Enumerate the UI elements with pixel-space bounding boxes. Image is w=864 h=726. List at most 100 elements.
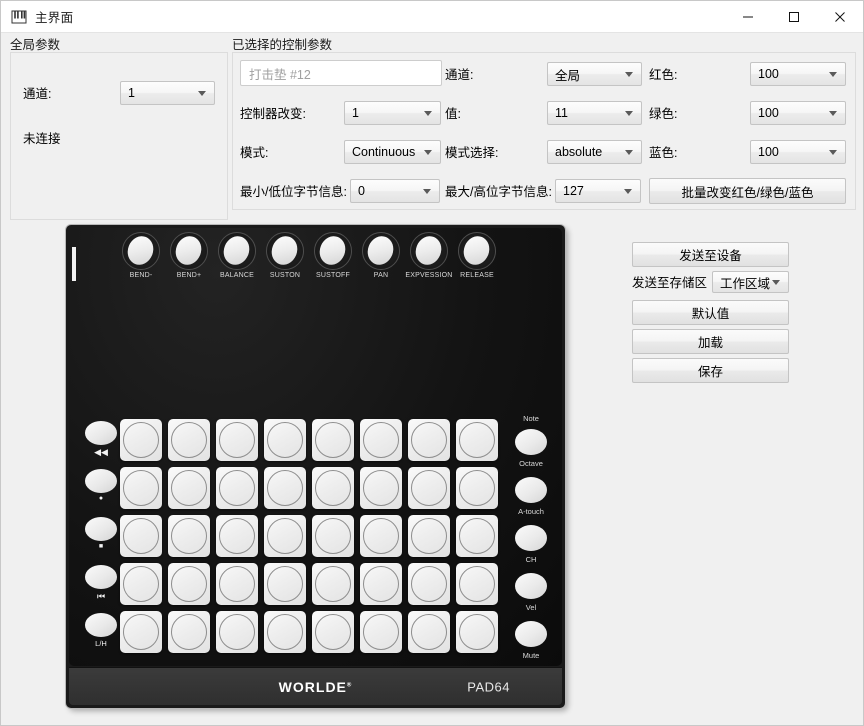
brand-logo: WORLDE® [279,679,353,695]
storage-area-select[interactable]: 工作区域 [712,271,789,293]
mode-select[interactable]: Continuous [344,140,441,164]
side-button-vel[interactable] [515,573,547,599]
pad-button[interactable] [408,611,450,653]
pad-button[interactable] [408,419,450,461]
pad-button[interactable] [216,611,258,653]
pad-button[interactable] [456,611,498,653]
batch-rgb-button[interactable]: 批量改变红色/绿色/蓝色 [649,178,846,204]
knob-suston[interactable] [266,232,304,270]
side-label: Mute [522,651,540,660]
pad-name-input[interactable]: 打击垫 #12 [240,60,442,86]
transport-button-0[interactable] [85,421,117,445]
transport-glyph: ⏮ [96,591,106,601]
pad-button[interactable] [216,563,258,605]
transport-button-3[interactable] [85,565,117,589]
transport-button-2[interactable] [85,517,117,541]
piano-keys-icon [10,8,28,26]
pad-button[interactable] [120,467,162,509]
close-button[interactable] [817,1,863,32]
pad-button[interactable] [456,515,498,557]
pad-button[interactable] [312,419,354,461]
blue-select[interactable]: 100 [750,140,846,164]
value-select[interactable]: 11 [547,101,642,125]
min-lsb-value: 0 [358,184,365,198]
side-button-ch[interactable] [515,525,547,551]
pad-button[interactable] [456,563,498,605]
knob-pan[interactable] [362,232,400,270]
pad-button[interactable] [168,515,210,557]
knob-bend-[interactable] [122,232,160,270]
pad-button[interactable] [264,467,306,509]
channel-select[interactable]: 全局 [547,62,642,86]
transport-button-4[interactable] [85,613,117,637]
brand-mark: ® [346,681,353,688]
maximize-button[interactable] [771,1,817,32]
knob-sustoff[interactable] [314,232,352,270]
pad-button[interactable] [216,467,258,509]
knob-expvession[interactable] [410,232,448,270]
global-channel-label: 通道: [23,87,52,101]
knob-release[interactable] [458,232,496,270]
pad-button[interactable] [120,419,162,461]
pad-button[interactable] [264,563,306,605]
pad-button[interactable] [312,515,354,557]
pad-button[interactable] [408,563,450,605]
pad-button[interactable] [360,611,402,653]
pad-button[interactable] [312,611,354,653]
side-button-mute[interactable] [515,621,547,647]
pad-button[interactable] [360,419,402,461]
pad-button[interactable] [168,419,210,461]
side-button-octave[interactable] [515,429,547,455]
pad-button[interactable] [120,515,162,557]
chevron-down-icon [424,149,432,155]
pad-button[interactable] [264,419,306,461]
pad-button[interactable] [216,419,258,461]
save-button[interactable]: 保存 [632,358,789,383]
min-lsb-select[interactable]: 0 [350,179,440,203]
pad-button[interactable] [456,467,498,509]
minimize-button[interactable] [725,1,771,32]
chevron-down-icon [625,149,633,155]
knob-indicator [267,232,302,269]
pad-button[interactable] [216,515,258,557]
chevron-down-icon [198,90,206,96]
side-button-a-touch[interactable] [515,477,547,503]
default-button[interactable]: 默认值 [632,300,789,325]
label-mode: 模式: [240,146,269,160]
selected-params-title: 已选择的控制参数 [232,38,333,52]
pad-button[interactable] [120,563,162,605]
pad-button[interactable] [360,467,402,509]
mode-choice-select[interactable]: absolute [547,140,642,164]
pad-button[interactable] [408,515,450,557]
knob-label: RELEASE [460,272,494,279]
pad-button[interactable] [168,467,210,509]
pad-button[interactable] [312,467,354,509]
pad-button[interactable] [360,515,402,557]
controller-change-select[interactable]: 1 [344,101,441,125]
blue-value: 100 [758,145,779,159]
pad-button[interactable] [264,611,306,653]
device-edge-stripe [72,247,76,281]
pad-button[interactable] [120,611,162,653]
controller-change-value: 1 [352,106,359,120]
knob-balance[interactable] [218,232,256,270]
red-select[interactable]: 100 [750,62,846,86]
pad-button[interactable] [312,563,354,605]
load-button[interactable]: 加载 [632,329,789,354]
knob-bend-[interactable] [170,232,208,270]
pad-button[interactable] [456,419,498,461]
global-channel-select[interactable]: 1 [120,81,215,105]
max-msb-select[interactable]: 127 [555,179,641,203]
send-to-device-button[interactable]: 发送至设备 [632,242,789,267]
send-to-storage-label: 发送至存储区 [632,276,708,290]
pad-button[interactable] [168,611,210,653]
model-name: PAD64 [467,679,510,694]
green-select[interactable]: 100 [750,101,846,125]
pad-button[interactable] [408,467,450,509]
connection-status: 未连接 [23,132,61,146]
pad-button[interactable] [264,515,306,557]
label-green: 绿色: [649,107,678,121]
pad-button[interactable] [360,563,402,605]
pad-button[interactable] [168,563,210,605]
transport-button-1[interactable] [85,469,117,493]
